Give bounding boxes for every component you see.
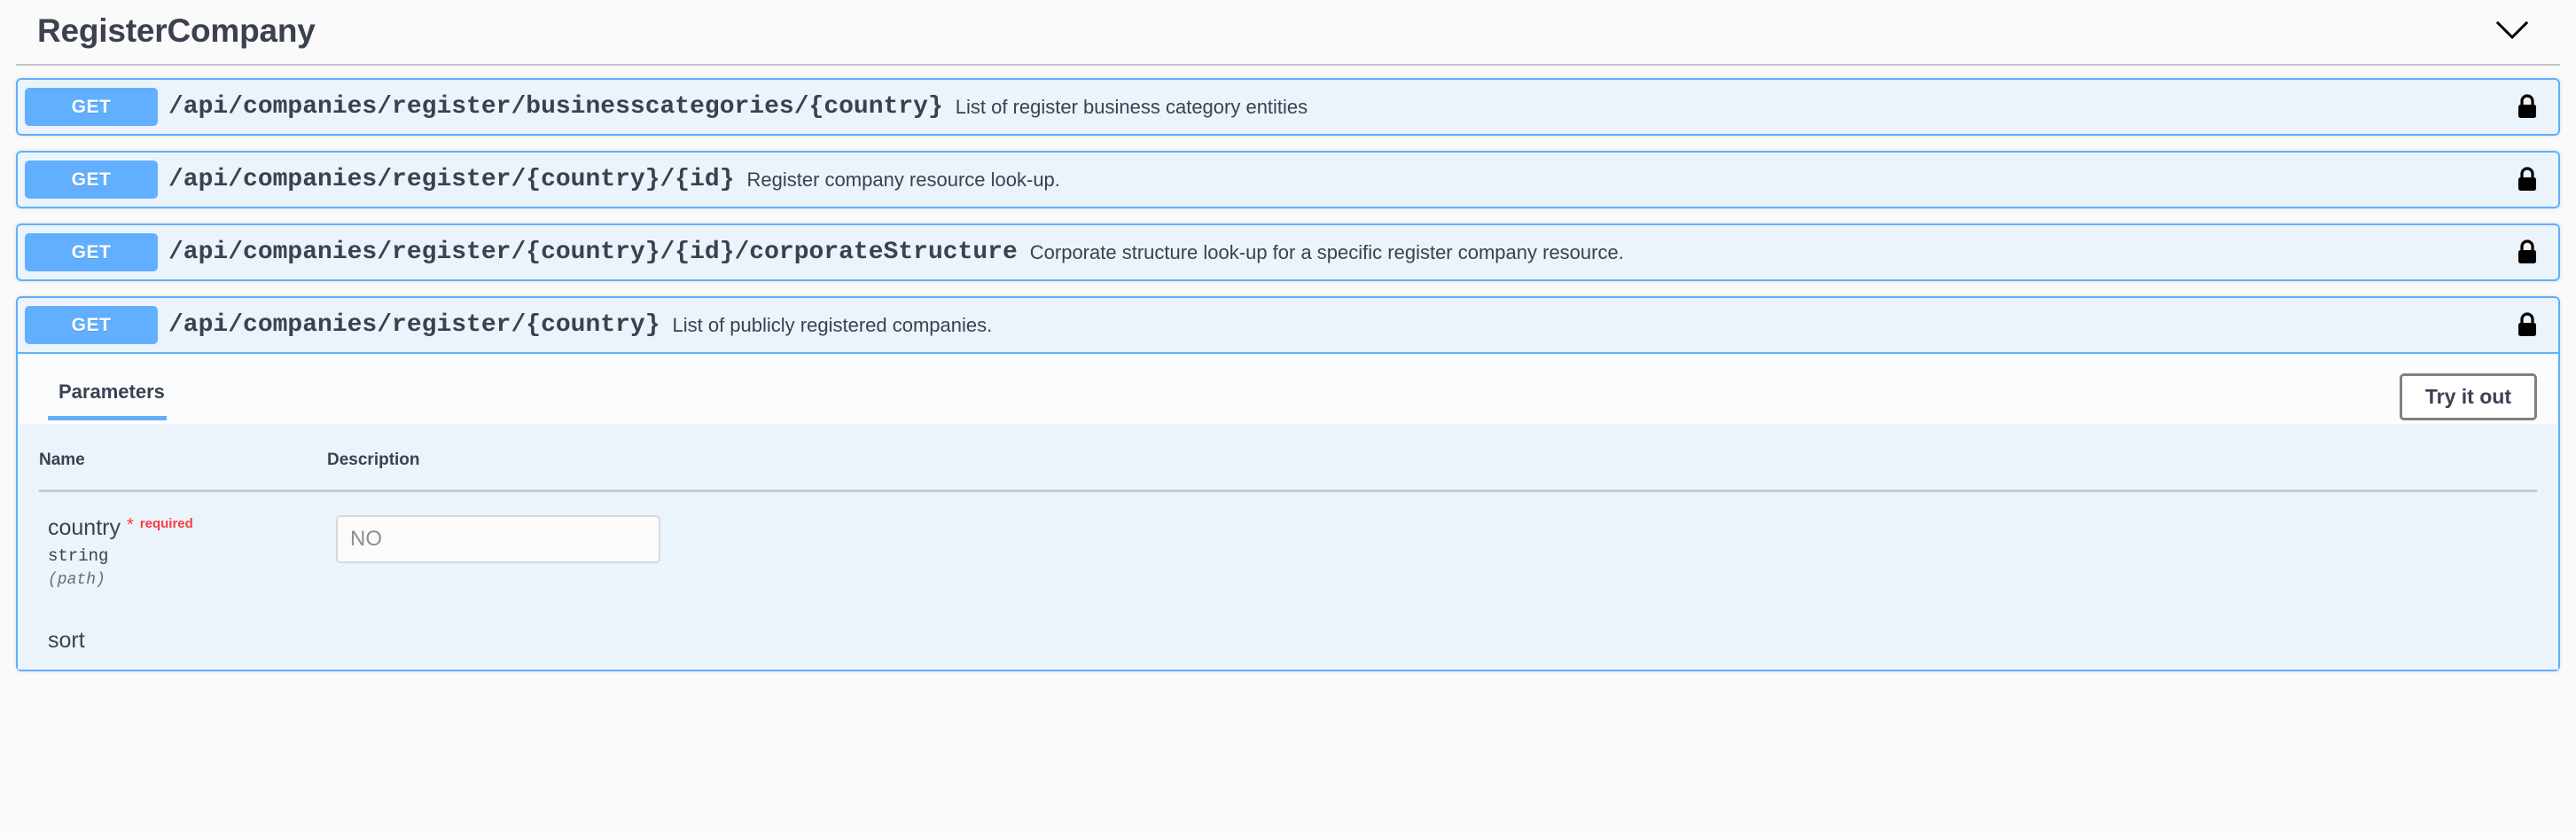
- parameters-section: Name Description country * required stri…: [18, 424, 2558, 670]
- operation-summary[interactable]: GET /api/companies/register/{country}/{i…: [18, 153, 2558, 207]
- column-header-description: Description: [327, 424, 2537, 492]
- required-label: required: [139, 516, 193, 531]
- try-it-out-button[interactable]: Try it out: [2399, 373, 2537, 420]
- parameter-name: country: [48, 515, 121, 540]
- table-header-row: Name Description: [39, 424, 2537, 492]
- parameter-name-cell: sort: [39, 605, 327, 670]
- required-asterisk-icon: *: [126, 515, 134, 535]
- lock-icon[interactable]: [2510, 161, 2548, 199]
- operation-path: /api/companies/register/{country}: [168, 311, 660, 339]
- column-header-name: Name: [39, 424, 327, 492]
- table-row: country * required string (path): [39, 491, 2537, 606]
- parameter-name: sort: [48, 628, 85, 653]
- operation-path: /api/companies/register/{country}/{id}: [168, 166, 735, 193]
- operation-path: /api/companies/register/businesscategori…: [168, 93, 943, 121]
- operation-summary[interactable]: GET /api/companies/register/{country} Li…: [18, 298, 2558, 352]
- parameter-location: (path): [48, 571, 105, 589]
- http-method-badge: GET: [25, 233, 158, 271]
- operation-row-expanded: GET /api/companies/register/{country} Li…: [16, 296, 2560, 671]
- operation-summary-text: Corporate structure look-up for a specif…: [1029, 240, 1624, 263]
- http-method-badge: GET: [25, 306, 158, 344]
- operation-summary-text: List of publicly registered companies.: [672, 313, 993, 336]
- parameter-name-line: sort: [48, 628, 327, 654]
- tag-header[interactable]: RegisterCompany: [16, 0, 2560, 66]
- http-method-badge: GET: [25, 88, 158, 126]
- parameter-input-cell: [327, 491, 2537, 606]
- api-tag-block: RegisterCompany GET /api/companies/regis…: [0, 0, 2576, 671]
- operation-row: GET /api/companies/register/businesscate…: [16, 78, 2560, 136]
- tab-parameters[interactable]: Parameters: [48, 377, 167, 420]
- operation-summary-text: List of register business category entit…: [955, 95, 1308, 118]
- lock-icon[interactable]: [2510, 89, 2548, 126]
- parameter-type: string: [48, 546, 109, 566]
- lock-icon[interactable]: [2510, 307, 2548, 344]
- parameter-name-cell: country * required string (path): [39, 491, 327, 606]
- operation-summary-text: Register company resource look-up.: [746, 168, 1060, 191]
- parameters-toolbar: Parameters Try it out: [18, 354, 2558, 424]
- table-row: sort: [39, 605, 2537, 670]
- operation-detail-panel: Parameters Try it out Name Description c…: [18, 352, 2558, 670]
- operation-row: GET /api/companies/register/{country}/{i…: [16, 151, 2560, 208]
- page-title: RegisterCompany: [37, 12, 316, 49]
- http-method-badge: GET: [25, 161, 158, 199]
- chevron-down-icon[interactable]: [2494, 13, 2530, 49]
- operation-path: /api/companies/register/{country}/{id}/c…: [168, 239, 1018, 266]
- parameter-input-cell: [327, 605, 2537, 670]
- operation-list: GET /api/companies/register/businesscate…: [16, 66, 2560, 671]
- operation-row: GET /api/companies/register/{country}/{i…: [16, 223, 2560, 281]
- lock-icon[interactable]: [2510, 234, 2548, 271]
- operation-summary[interactable]: GET /api/companies/register/businesscate…: [18, 80, 2558, 134]
- country-input[interactable]: [336, 515, 660, 563]
- parameters-table: Name Description country * required stri…: [39, 424, 2537, 670]
- operation-summary[interactable]: GET /api/companies/register/{country}/{i…: [18, 225, 2558, 279]
- parameter-name-line: country * required: [48, 515, 327, 541]
